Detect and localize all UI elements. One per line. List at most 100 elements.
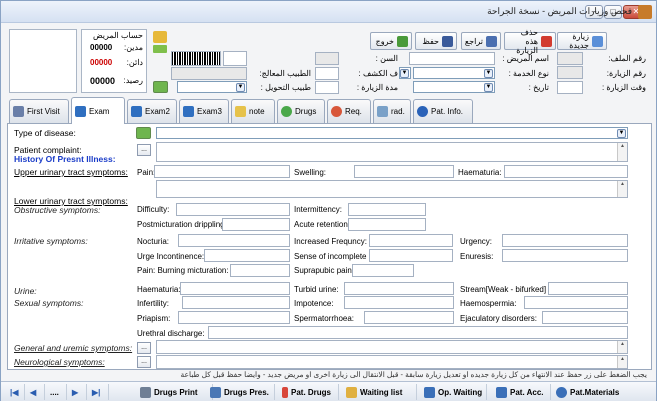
haematuria2-field[interactable] xyxy=(180,282,290,295)
priapism-field[interactable] xyxy=(178,311,290,324)
urethral-field[interactable] xyxy=(208,326,628,339)
next-record-icon[interactable]: ▶ xyxy=(69,384,87,400)
operation-icon xyxy=(424,386,435,398)
op-waiting-button[interactable]: Op. Waiting xyxy=(421,384,487,400)
prev-record-icon[interactable]: ◀ xyxy=(27,384,45,400)
neurological-field[interactable]: ▲ xyxy=(156,355,628,369)
priapism-label: Priapism: xyxy=(137,314,171,323)
upper-urinary-notes[interactable]: ▲ xyxy=(156,180,628,198)
tab-exam[interactable]: Exam xyxy=(71,97,125,124)
barcode-field[interactable] xyxy=(223,51,247,66)
pain-field[interactable] xyxy=(154,165,290,178)
haemospermia-field[interactable] xyxy=(524,296,628,309)
referral-go-icon[interactable] xyxy=(153,81,168,93)
first-record-icon[interactable]: |◀ xyxy=(7,384,25,400)
visit-duration-label: مدة الزيارة : xyxy=(356,83,398,92)
patient-complaint-field[interactable]: ▲ xyxy=(156,142,628,162)
increased-frequency-field[interactable] xyxy=(369,234,453,247)
exit-icon xyxy=(397,35,408,47)
tab-exam2[interactable]: Exam2 xyxy=(127,99,177,123)
spermatorrhoea-label: Spermatorrhoea: xyxy=(294,314,355,323)
haematuria2-label: Haematuria: xyxy=(137,285,181,294)
acute-retention-field[interactable] xyxy=(348,218,426,231)
service-type-select[interactable]: ▼ xyxy=(413,67,495,79)
exit-button[interactable]: خروج xyxy=(370,32,412,50)
drugs-pres-button[interactable]: Drugs Pres. xyxy=(207,384,275,400)
drugs-print-button[interactable]: Drugs Print xyxy=(137,384,213,400)
haematuria-field[interactable] xyxy=(504,165,628,178)
pat-drugs-button[interactable]: Pat. Drugs xyxy=(279,384,339,400)
age-field xyxy=(315,52,339,65)
visit-no-label: رقم الزيارة: xyxy=(606,69,646,78)
waiting-list-button[interactable]: Waiting list xyxy=(343,384,417,400)
irritative-label: Irritative symptoms: xyxy=(14,236,88,246)
turbid-urine-label: Turbid urine: xyxy=(294,285,339,294)
undo-button[interactable]: تراجع xyxy=(461,32,501,50)
disease-go-icon[interactable] xyxy=(136,127,151,139)
enuresis-label: Enuresis: xyxy=(460,252,494,261)
neurological-more-button[interactable]: ... xyxy=(137,356,151,368)
tab-note[interactable]: note xyxy=(231,99,275,123)
last-record-icon[interactable]: ▶| xyxy=(89,384,109,400)
visit-time-field[interactable] xyxy=(557,81,583,94)
ejaculatory-field[interactable] xyxy=(542,311,628,324)
sexual-label: Sexual symptoms: xyxy=(14,298,84,308)
undo-icon xyxy=(486,35,497,47)
chevron-down-icon: ▼ xyxy=(617,129,626,138)
difficulty-field[interactable] xyxy=(176,203,290,216)
type-of-disease-select[interactable]: ▼ xyxy=(156,127,628,139)
request-icon xyxy=(331,106,342,117)
postmicturation-field[interactable] xyxy=(222,218,290,231)
tab-first-visit[interactable]: First Visit xyxy=(9,99,69,123)
stream-field[interactable] xyxy=(548,282,628,295)
urge-incontinence-field[interactable] xyxy=(204,249,290,262)
referring-doctor-select[interactable]: ▼ xyxy=(177,81,247,93)
visit-no-field[interactable] xyxy=(557,66,583,79)
chevron-down-icon: ▼ xyxy=(400,69,409,78)
account-box: حساب المريض مدين: 00000 دائن: 00000 رصيد… xyxy=(81,29,147,93)
enuresis-field[interactable] xyxy=(502,249,628,262)
pat-materials-button[interactable]: Pat.Materials xyxy=(553,384,645,400)
main-window: – □ ✕ فحص وزيارات المريض - نسخة الجراحة … xyxy=(0,0,657,401)
patient-photo[interactable] xyxy=(9,29,77,93)
pill-icon xyxy=(282,386,288,398)
complaint-more-button[interactable]: ... xyxy=(137,144,151,156)
exam-fee-field[interactable] xyxy=(315,67,339,80)
urgency-field[interactable] xyxy=(502,234,628,247)
patient-name-field[interactable] xyxy=(409,52,495,65)
visit-duration-field[interactable] xyxy=(315,81,339,94)
prescription-icon xyxy=(210,386,221,398)
turbid-urine-field[interactable] xyxy=(344,282,454,295)
tab-drugs[interactable]: Drugs xyxy=(277,99,325,123)
delete-visit-button[interactable]: حذف هذه الزيارة xyxy=(504,28,556,55)
general-more-button[interactable]: ... xyxy=(137,342,151,354)
swelling-field[interactable] xyxy=(354,165,454,178)
tab-exam3[interactable]: Exam3 xyxy=(179,99,229,123)
stream-label: Stream[Weak - bifurked] xyxy=(460,285,547,294)
file-no-field[interactable] xyxy=(557,52,583,65)
tab-rad[interactable]: rad. xyxy=(373,99,411,123)
obstructive-label: Obstructive symptoms: xyxy=(14,205,101,215)
suprapubic-label: Suprapubic pain: xyxy=(294,266,355,275)
burning-micturation-field[interactable] xyxy=(230,264,290,277)
pat-acc-button[interactable]: Pat. Acc. xyxy=(493,384,551,400)
upper-urinary-label: Upper urinary tract symptoms: xyxy=(14,167,128,177)
suprapubic-field[interactable] xyxy=(352,264,414,277)
swelling-label: Swelling: xyxy=(294,168,327,177)
incomplete-emptying-field[interactable] xyxy=(369,249,453,262)
tab-pat-info[interactable]: Pat. Info. xyxy=(413,99,473,123)
fee-select[interactable]: ▼ xyxy=(399,67,411,79)
nocturia-field[interactable] xyxy=(178,234,290,247)
impotence-field[interactable] xyxy=(344,296,454,309)
radiology-icon xyxy=(377,106,388,117)
general-uremic-field[interactable]: ▲ xyxy=(156,340,628,354)
spermatorrhoea-field[interactable] xyxy=(364,311,454,324)
infertility-field[interactable] xyxy=(182,296,290,309)
intermittency-field[interactable] xyxy=(348,203,426,216)
new-visit-button[interactable]: زيارة جديدة xyxy=(557,32,607,50)
folder-icon[interactable] xyxy=(153,31,167,43)
date-picker[interactable]: ▼ xyxy=(413,81,495,93)
save-button[interactable]: حفظ xyxy=(415,32,457,50)
tab-req[interactable]: Req. xyxy=(327,99,371,123)
impotence-label: Impotence: xyxy=(294,299,334,308)
